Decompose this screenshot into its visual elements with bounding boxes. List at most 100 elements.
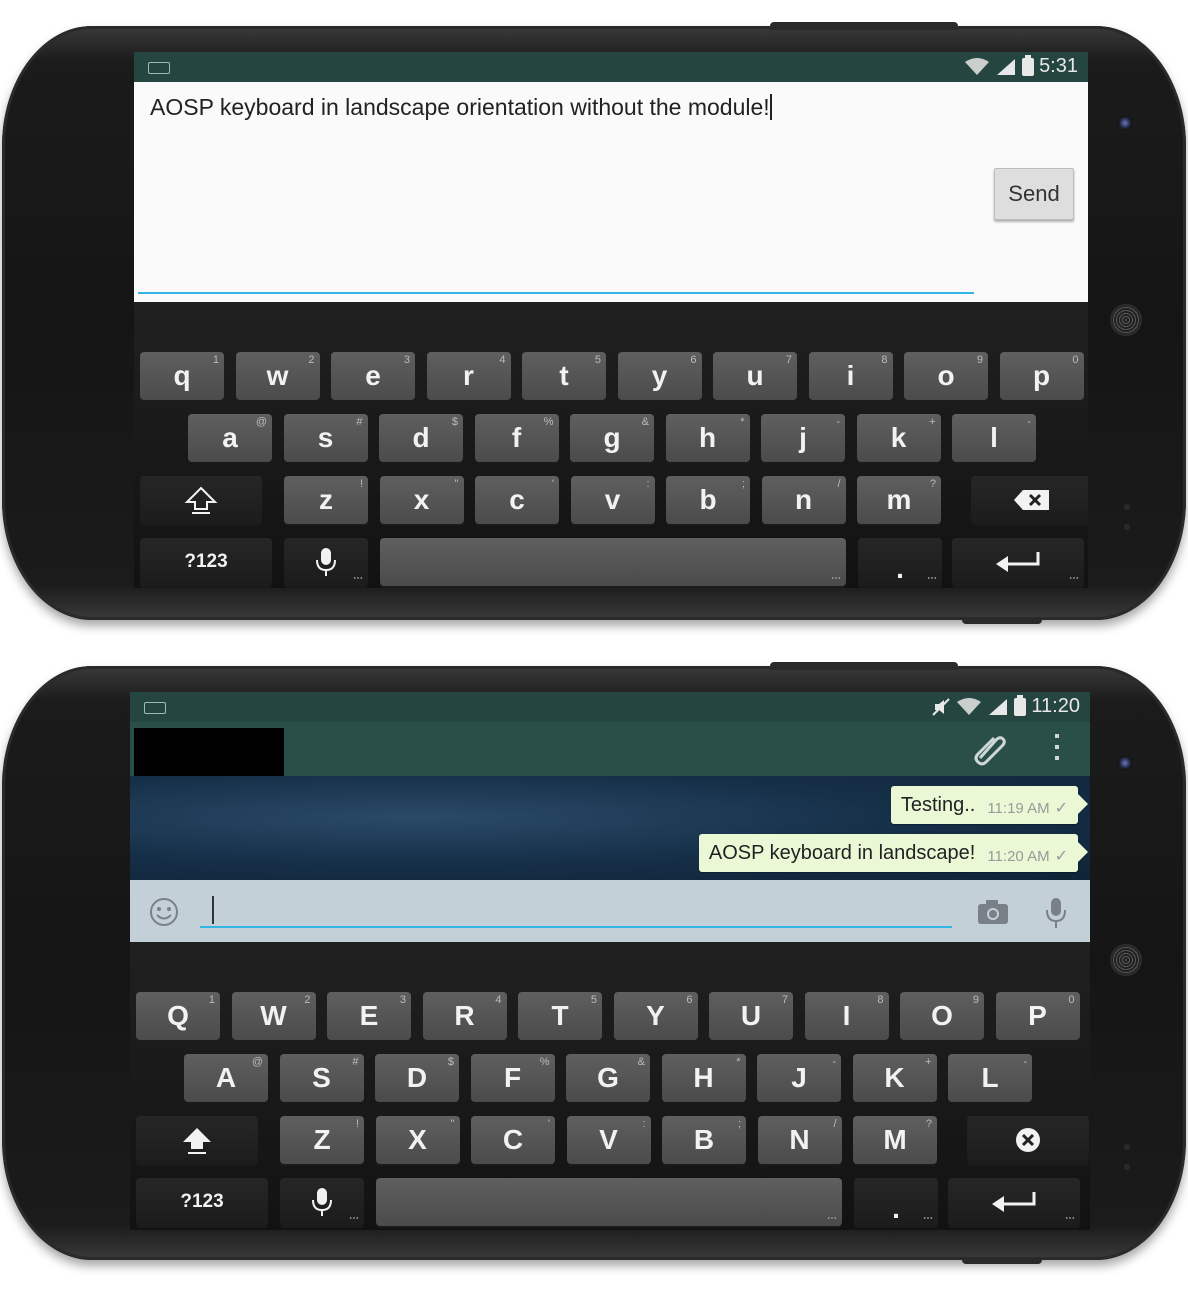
key-label: S xyxy=(312,1062,331,1093)
key-q[interactable]: Q1 xyxy=(136,992,220,1040)
key-u[interactable]: u7 xyxy=(713,352,797,400)
key-x[interactable]: X " xyxy=(375,1116,460,1164)
voice-input-key[interactable]: ⋯ xyxy=(284,538,368,586)
key-a[interactable]: A @ xyxy=(184,1054,268,1102)
redacted-contact-name xyxy=(134,728,284,776)
key-b[interactable]: B; xyxy=(662,1116,746,1164)
key-hint: # xyxy=(352,1056,359,1068)
message-input[interactable]: AOSP keyboard in landscape orientation w… xyxy=(150,94,772,121)
key-label: I xyxy=(842,1000,851,1031)
key-s[interactable]: s # xyxy=(283,414,368,462)
symbols-key[interactable]: ?123 xyxy=(136,1178,268,1226)
key-t[interactable]: T5 xyxy=(518,992,602,1040)
enter-key[interactable]: ⋯ xyxy=(948,1178,1080,1226)
key-h[interactable]: h * xyxy=(665,414,750,462)
key-g[interactable]: g & xyxy=(570,414,654,462)
key-l[interactable]: l- xyxy=(952,414,1036,462)
key-k[interactable]: K + xyxy=(852,1054,937,1102)
shift-key[interactable] xyxy=(136,1116,258,1164)
key-label: j xyxy=(799,422,807,453)
key-r[interactable]: r4 xyxy=(426,352,511,400)
key-g[interactable]: G & xyxy=(566,1054,650,1102)
key-y[interactable]: Y6 xyxy=(613,992,698,1040)
key-c[interactable]: c ' xyxy=(475,476,559,524)
key-e[interactable]: e3 xyxy=(331,352,415,400)
period-key[interactable]: . ⋯ xyxy=(858,538,942,586)
input-underline xyxy=(138,292,974,294)
enter-key[interactable]: ⋯ xyxy=(952,538,1084,586)
key-m[interactable]: m? xyxy=(857,476,941,524)
microphone-icon[interactable] xyxy=(1044,896,1068,930)
key-f[interactable]: f% xyxy=(474,414,559,462)
message-bubble[interactable]: Testing.. 11:19 AM ✓ xyxy=(890,786,1089,824)
key-l[interactable]: L- xyxy=(948,1054,1032,1102)
period-key[interactable]: . ⋯ xyxy=(854,1178,938,1226)
key-b[interactable]: b; xyxy=(666,476,750,524)
key-hint: 6 xyxy=(690,354,697,366)
key-z[interactable]: z! xyxy=(284,476,368,524)
space-key[interactable]: ⋯ xyxy=(380,538,846,586)
message-text: AOSP keyboard in landscape! xyxy=(708,841,976,864)
key-label: u xyxy=(746,360,764,391)
camera-icon[interactable] xyxy=(976,898,1010,926)
key-f[interactable]: F% xyxy=(470,1054,555,1102)
key-a[interactable]: a @ xyxy=(188,414,272,462)
key-n[interactable]: n / xyxy=(761,476,846,524)
key-label: f xyxy=(511,422,522,453)
key-u[interactable]: U7 xyxy=(709,992,793,1040)
key-p[interactable]: p0 xyxy=(999,352,1084,400)
attachment-icon[interactable] xyxy=(970,728,1010,768)
key-label: t xyxy=(559,360,569,391)
key-w[interactable]: w2 xyxy=(235,352,320,400)
key-q[interactable]: q1 xyxy=(140,352,224,400)
key-y[interactable]: y6 xyxy=(617,352,702,400)
key-label: e xyxy=(365,360,381,391)
message-input-text: AOSP keyboard in landscape orientation w… xyxy=(150,94,770,120)
key-d[interactable]: d $ xyxy=(379,414,463,462)
key-d[interactable]: D $ xyxy=(375,1054,459,1102)
key-j[interactable]: j- xyxy=(761,414,845,462)
shift-key[interactable] xyxy=(140,476,262,524)
key-j[interactable]: J- xyxy=(757,1054,841,1102)
send-button[interactable]: Send xyxy=(994,168,1074,220)
chat-area: Testing.. 11:19 AM ✓ AOSP keyboard in la… xyxy=(130,776,1090,880)
key-h[interactable]: H * xyxy=(661,1054,746,1102)
enter-icon xyxy=(992,1192,1036,1212)
key-p[interactable]: P0 xyxy=(995,992,1080,1040)
status-time: 11:20 xyxy=(1031,695,1080,717)
symbols-key[interactable]: ?123 xyxy=(140,538,272,586)
key-label: P xyxy=(1028,1000,1047,1031)
key-o[interactable]: o9 xyxy=(904,352,988,400)
key-z[interactable]: Z! xyxy=(280,1116,364,1164)
key-v[interactable]: V: xyxy=(566,1116,651,1164)
key-e[interactable]: E3 xyxy=(327,992,411,1040)
key-label: i xyxy=(846,360,855,391)
key-r[interactable]: R4 xyxy=(422,992,507,1040)
key-o[interactable]: O9 xyxy=(900,992,984,1040)
backspace-key[interactable] xyxy=(966,1116,1089,1164)
key-s[interactable]: S # xyxy=(279,1054,364,1102)
key-hint: " xyxy=(450,1118,455,1130)
key-k[interactable]: k + xyxy=(856,414,941,462)
key-v[interactable]: v: xyxy=(570,476,655,524)
key-w[interactable]: W2 xyxy=(231,992,316,1040)
key-label: F xyxy=(503,1062,522,1093)
key-t[interactable]: t5 xyxy=(522,352,606,400)
key-i[interactable]: I8 xyxy=(804,992,889,1040)
key-i[interactable]: i8 xyxy=(808,352,893,400)
backspace-key[interactable] xyxy=(970,476,1088,524)
emoji-icon[interactable] xyxy=(148,896,180,928)
key-label: g xyxy=(603,422,621,453)
keyboard: Q 1 W 2 E 3 R 4 T 5 Y 6 U 7 I 8 O 9 P 0 A @ S # D $ F% G & H * J - K + L - Z!… xyxy=(130,942,1090,1230)
overflow-menu-icon[interactable] xyxy=(1052,728,1062,768)
signal-icon xyxy=(989,698,1008,715)
key-n[interactable]: N / xyxy=(757,1116,842,1164)
space-key[interactable]: ⋯ xyxy=(376,1178,842,1226)
key-label: b xyxy=(699,484,717,515)
key-x[interactable]: x " xyxy=(379,476,464,524)
key-m[interactable]: M? xyxy=(853,1116,937,1164)
message-input-field[interactable] xyxy=(200,926,952,928)
key-c[interactable]: C ' xyxy=(471,1116,555,1164)
message-bubble[interactable]: AOSP keyboard in landscape! 11:20 AM ✓ xyxy=(698,834,1089,872)
voice-input-key[interactable]: ⋯ xyxy=(280,1178,364,1226)
